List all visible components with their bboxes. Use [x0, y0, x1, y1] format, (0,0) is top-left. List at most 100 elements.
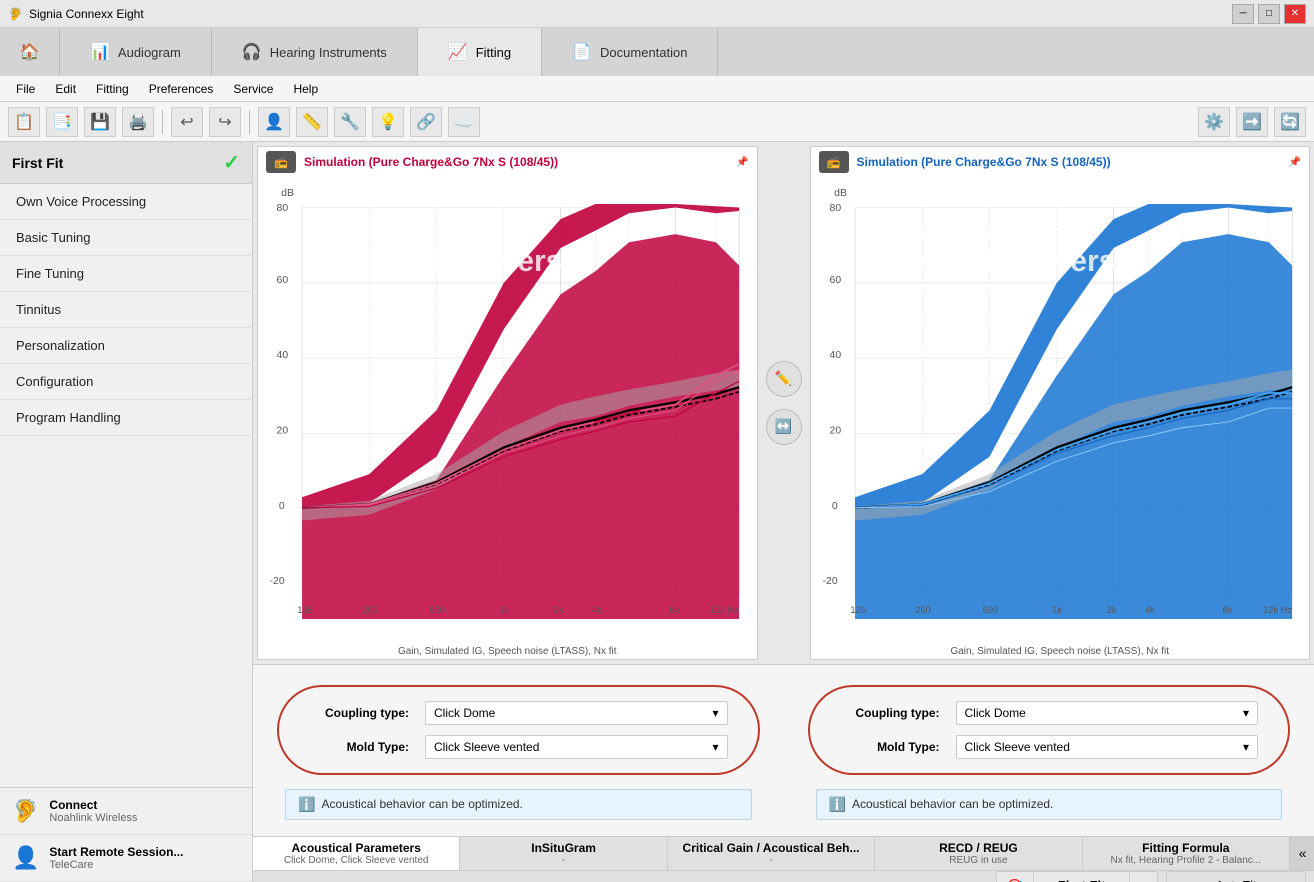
coupling-type-select-left[interactable]: Click Dome ▾: [425, 701, 728, 725]
tab-home[interactable]: 🏠: [0, 28, 60, 76]
first-fit-button[interactable]: First Fit: [1034, 872, 1131, 882]
remote-text: Start Remote Session... TeleCare: [49, 845, 183, 871]
sidebar: First Fit ✓ Own Voice Processing Basic T…: [0, 142, 253, 882]
tab-documentation-label: Documentation: [600, 45, 687, 60]
toolbar-bulb[interactable]: 💡: [372, 107, 404, 137]
chart-side-controls: ✏️ ↔️: [762, 142, 806, 664]
menu-preferences[interactable]: Preferences: [141, 80, 222, 98]
coupling-row-left-type: Coupling type: Click Dome ▾: [309, 701, 728, 725]
sidebar-footer-remote[interactable]: 👤 Start Remote Session... TeleCare: [0, 835, 252, 882]
svg-text:60: 60: [277, 275, 289, 286]
toolbar-refresh[interactable]: 🔄: [1274, 107, 1306, 137]
menu-service[interactable]: Service: [225, 80, 281, 98]
toolbar-patient[interactable]: 👤: [258, 107, 290, 137]
svg-text:12k Hz: 12k Hz: [710, 605, 739, 615]
tab-recd[interactable]: RECD / REUG REUG in use: [875, 837, 1082, 870]
sidebar-footer-connect[interactable]: 🦻 Connect Noahlink Wireless: [0, 788, 252, 835]
chart-left-pin-icon[interactable]: 📌: [736, 157, 748, 168]
edit-curve-button[interactable]: ✏️: [766, 361, 802, 397]
title-bar-controls: ─ □ ✕: [1232, 4, 1306, 24]
toolbar-cloud[interactable]: ☁️: [448, 107, 480, 137]
sidebar-item-personalization[interactable]: Personalization: [0, 328, 252, 364]
tab-audiogram[interactable]: 📊 Audiogram: [60, 28, 212, 76]
coupling-group-right: Coupling type: Click Dome ▾ Mold Type: C…: [808, 685, 1291, 775]
toolbar-undo[interactable]: ↩: [171, 107, 203, 137]
tab-fitting-label: Fitting: [476, 45, 511, 60]
svg-text:80: 80: [829, 203, 841, 214]
toolbar-new[interactable]: 📋: [8, 107, 40, 137]
mold-type-label-left: Mold Type:: [309, 740, 409, 754]
toolbar-wrench[interactable]: 🔧: [334, 107, 366, 137]
first-fit-group: 🎯 First Fit ▾: [996, 871, 1158, 882]
svg-text:1 Universal: 1 Universal: [427, 245, 588, 278]
tab-critical-title: Critical Gain / Acoustical Beh...: [683, 841, 860, 855]
chart-left-wrapper: dB 80 60 40 20 0 -20: [258, 177, 757, 644]
charts-area: 📻 Simulation (Pure Charge&Go 7Nx S (108/…: [253, 142, 1314, 664]
chart-right-title: Simulation (Pure Charge&Go 7Nx S (108/45…: [857, 155, 1111, 169]
toolbar-settings-right[interactable]: ⚙️: [1198, 107, 1230, 137]
coupling-type-label-left: Coupling type:: [309, 706, 409, 720]
menu-fitting[interactable]: Fitting: [88, 80, 137, 98]
chart-left-container: dB 80 60 40 20 0 -20: [258, 177, 757, 644]
nav-tabs: 🏠 📊 Audiogram 🎧 Hearing Instruments 📈 Fi…: [0, 28, 1314, 76]
sidebar-item-tinnitus[interactable]: Tinnitus: [0, 292, 252, 328]
svg-text:8k: 8k: [670, 605, 680, 615]
minimize-button[interactable]: ─: [1232, 4, 1254, 24]
chart-right-pin-icon[interactable]: 📌: [1289, 157, 1301, 168]
sidebar-item-program-handling[interactable]: Program Handling: [0, 400, 252, 436]
svg-text:250: 250: [915, 605, 930, 615]
main-layout: First Fit ✓ Own Voice Processing Basic T…: [0, 142, 1314, 882]
toolbar-arrow-right[interactable]: ➡️: [1236, 107, 1268, 137]
coupling-type-select-right[interactable]: Click Dome ▾: [956, 701, 1259, 725]
toolbar-redo[interactable]: ↪: [209, 107, 241, 137]
tab-documentation[interactable]: 📄 Documentation: [542, 28, 718, 76]
toolbar-save[interactable]: 💾: [84, 107, 116, 137]
tab-hearing-instruments[interactable]: 🎧 Hearing Instruments: [212, 28, 418, 76]
svg-text:500: 500: [430, 605, 445, 615]
mold-type-select-left[interactable]: Click Sleeve vented ▾: [425, 735, 728, 759]
tab-insitugram[interactable]: InSituGram -: [460, 837, 667, 870]
svg-text:dB: dB: [834, 188, 847, 199]
toolbar-sep1: [162, 110, 163, 134]
maximize-button[interactable]: □: [1258, 4, 1280, 24]
svg-text:40: 40: [277, 350, 289, 361]
autofit-button[interactable]: AutoFit: [1166, 871, 1306, 882]
toolbar-measure[interactable]: 📏: [296, 107, 328, 137]
remote-subtitle: TeleCare: [49, 859, 183, 871]
menu-bar: File Edit Fitting Preferences Service He…: [0, 76, 1314, 102]
svg-text:125: 125: [850, 605, 865, 615]
action-bar: 🎯 First Fit ▾ AutoFit: [253, 870, 1314, 882]
info-bar-left: ℹ️ Acoustical behavior can be optimized.: [285, 789, 752, 820]
remote-icon: 👤: [12, 845, 39, 871]
svg-text:0: 0: [831, 501, 837, 512]
first-fit-icon[interactable]: 🎯: [997, 872, 1034, 882]
sidebar-item-fine-tuning[interactable]: Fine Tuning: [0, 256, 252, 292]
tab-acoustical[interactable]: Acoustical Parameters Click Dome, Click …: [253, 837, 460, 870]
collapse-tabs-button[interactable]: «: [1290, 837, 1314, 870]
svg-text:0: 0: [279, 501, 285, 512]
toolbar-copy[interactable]: 📑: [46, 107, 78, 137]
tab-critical[interactable]: Critical Gain / Acoustical Beh... -: [668, 837, 875, 870]
toolbar-print[interactable]: 🖨️: [122, 107, 154, 137]
tab-fitting-formula[interactable]: Fitting Formula Nx fit, Hearing Profile …: [1083, 837, 1290, 870]
sidebar-item-basic-tuning[interactable]: Basic Tuning: [0, 220, 252, 256]
menu-help[interactable]: Help: [285, 80, 326, 98]
sidebar-item-own-voice[interactable]: Own Voice Processing: [0, 184, 252, 220]
info-message-right: Acoustical behavior can be optimized.: [852, 797, 1053, 811]
svg-text:dB: dB: [281, 188, 294, 199]
close-button[interactable]: ✕: [1284, 4, 1306, 24]
tab-acoustical-sub: Click Dome, Click Sleeve vented: [284, 855, 429, 866]
toolbar-connect[interactable]: 🔗: [410, 107, 442, 137]
sidebar-footer: 🦻 Connect Noahlink Wireless 👤 Start Remo…: [0, 787, 252, 882]
home-icon: 🏠: [20, 42, 40, 62]
chart-right-container: dB 80 60 40 20 0 -20: [811, 177, 1310, 644]
sidebar-item-configuration[interactable]: Configuration: [0, 364, 252, 400]
menu-edit[interactable]: Edit: [47, 80, 84, 98]
mold-type-select-right[interactable]: Click Sleeve vented ▾: [956, 735, 1259, 759]
transfer-button[interactable]: ↔️: [766, 409, 802, 445]
menu-file[interactable]: File: [8, 80, 43, 98]
tab-fitting[interactable]: 📈 Fitting: [418, 28, 542, 76]
chart-right: 📻 Simulation (Pure Charge&Go 7Nx S (108/…: [810, 146, 1311, 660]
tab-critical-sub: -: [769, 855, 772, 866]
first-fit-dropdown[interactable]: ▾: [1130, 872, 1157, 882]
